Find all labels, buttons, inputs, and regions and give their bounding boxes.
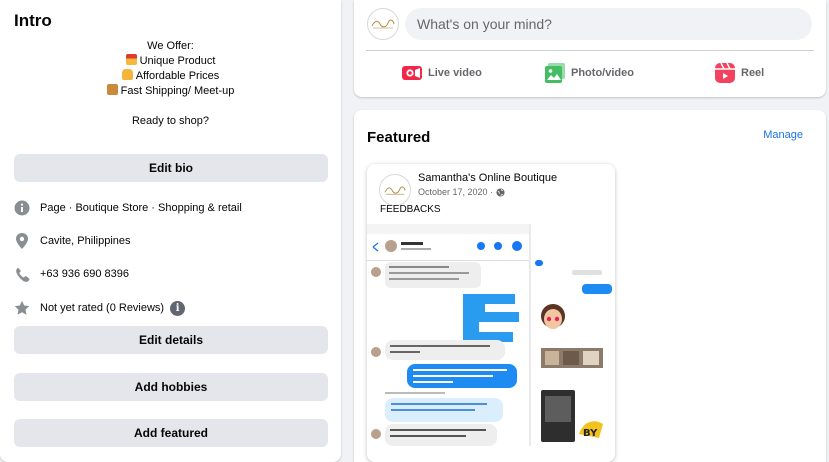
photo-video-icon (545, 63, 565, 83)
chat-screenshot-collage: BY (367, 224, 615, 446)
post-date: October 17, 2020 · (418, 187, 505, 197)
boutique-logo-icon (371, 19, 395, 29)
post-composer: What's on your mind? Live video Photo/vi… (354, 0, 826, 97)
featured-title: Featured (367, 129, 431, 146)
globe-icon (496, 187, 505, 197)
bio-item-1: Unique Product (0, 54, 341, 69)
thumbs-up-icon (121, 69, 133, 80)
edit-details-button[interactable]: Edit details (14, 326, 328, 354)
bio-item-2: Affordable Prices (0, 69, 341, 84)
live-video-icon (402, 66, 422, 80)
post-image[interactable]: BY (367, 224, 615, 446)
bio-closing: Ready to shop? (131, 115, 210, 127)
svg-text:BY: BY (583, 428, 598, 439)
featured-card: Featured Manage Samantha's Online Boutiq… (354, 110, 826, 462)
boutique-logo-icon (384, 185, 406, 194)
whats-on-your-mind-input[interactable]: What's on your mind? (405, 8, 812, 40)
bio-item-3: Fast Shipping/ Meet-up (0, 84, 341, 99)
reel-icon (715, 63, 735, 83)
featured-post[interactable]: Samantha's Online Boutique October 17, 2… (367, 164, 615, 462)
photo-video-button[interactable]: Photo/video (545, 62, 634, 84)
star-icon (14, 300, 30, 316)
reel-button[interactable]: Reel (715, 62, 764, 84)
add-hobbies-button[interactable]: Add hobbies (14, 373, 328, 401)
detail-phone: +63 936 690 8396 (14, 264, 129, 284)
add-featured-button[interactable]: Add featured (14, 419, 328, 447)
edit-bio-button[interactable]: Edit bio (14, 154, 328, 182)
intro-card: Intro We Offer: Unique Product Affordabl… (0, 0, 341, 462)
manage-link[interactable]: Manage (763, 129, 803, 141)
live-video-button[interactable]: Live video (402, 62, 482, 84)
intro-title: Intro (14, 11, 52, 30)
detail-rating: Not yet rated (0 Reviews) i (14, 298, 186, 318)
gift-icon (125, 54, 137, 65)
page-avatar[interactable] (367, 8, 399, 40)
post-text: FEEDBACKS (380, 204, 441, 215)
detail-category: Page · Boutique Store · Shopping & retai… (14, 198, 242, 218)
info-icon (14, 200, 30, 216)
post-page-avatar[interactable] (379, 174, 411, 206)
bio-heading: We Offer: (147, 40, 194, 52)
rating-info-icon[interactable]: i (170, 300, 186, 316)
post-page-name[interactable]: Samantha's Online Boutique (418, 172, 557, 184)
location-pin-icon (14, 233, 30, 249)
bio: We Offer: Unique Product Affordable Pric… (0, 39, 341, 129)
detail-location: Cavite, Philippines (14, 231, 131, 251)
phone-icon (14, 266, 30, 282)
composer-divider (366, 50, 814, 51)
package-icon (106, 84, 118, 95)
